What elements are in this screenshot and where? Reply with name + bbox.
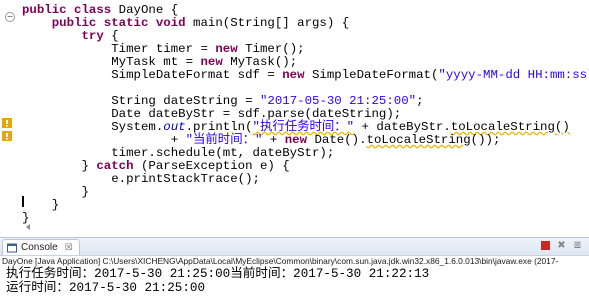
code-token: Timer(); (237, 42, 305, 56)
code-token: String dateString = (22, 94, 260, 108)
code-token: SimpleDateFormat( (304, 68, 439, 82)
code-token: () (554, 120, 570, 134)
console-output-line: 执行任务时间：2017-5-30 21:25:00当前时间：2017-5-30 … (6, 267, 430, 281)
code-token: "yyyy-MM-dd HH:mm:ss" (438, 68, 589, 82)
close-icon[interactable]: ☒ (65, 242, 73, 253)
console-icon (7, 243, 17, 252)
warning-icon[interactable] (2, 131, 12, 141)
code-token: + dateByStr. (354, 120, 451, 134)
code-token: try (81, 29, 104, 43)
terminate-icon[interactable] (540, 240, 551, 251)
code-token: } (22, 198, 60, 212)
code-token: { (103, 29, 119, 43)
code-token: MyTask(); (222, 55, 298, 69)
text-caret (22, 196, 24, 207)
warning-icon[interactable] (2, 118, 12, 128)
code-token: Date dateByStr = sdf.parse(dateString); (22, 107, 402, 121)
code-token: Date(). (307, 133, 367, 147)
console-output[interactable]: 执行任务时间：2017-5-30 21:25:00当前时间：2017-5-30 … (0, 267, 589, 299)
code-token: public class (22, 3, 112, 17)
editor-gutter: − (0, 0, 20, 237)
code-token: + (262, 133, 285, 147)
code-token: timer.schedule(mt, dateByStr); (22, 146, 335, 160)
console-tab-label: Console (21, 242, 58, 253)
remove-launch-icon[interactable]: ✖ (556, 240, 567, 251)
code-token: ()); (470, 133, 501, 147)
code-token: } (22, 185, 89, 199)
code-token: toLocaleString (450, 120, 555, 134)
code-token: toLocaleString (366, 133, 471, 147)
code-token: MyTask mt = (22, 55, 201, 69)
code-token: } (22, 211, 30, 225)
code-line: SimpleDateFormat sdf = new SimpleDateFor… (22, 69, 589, 82)
code-token: System. (22, 120, 164, 134)
code-token: catch (96, 159, 134, 173)
code-editor[interactable]: − public class DayOne { public static vo… (0, 0, 589, 237)
scroll-left-icon[interactable] (25, 224, 31, 230)
code-token: new (200, 55, 223, 69)
tab-console[interactable]: Console ☒ (2, 239, 80, 255)
console-tabbar: Console ☒ ✖ ≣ (0, 237, 589, 256)
scroll-lock-icon[interactable]: ≣ (572, 240, 583, 251)
collapse-icon[interactable]: − (5, 12, 15, 22)
code-token: DayOne { (111, 3, 179, 17)
code-token: Timer timer = (22, 42, 216, 56)
code-token: e.printStackTrace(); (22, 172, 260, 186)
console-toolbar: ✖ ≣ (540, 240, 583, 251)
code-token: "执行任务时间：" (252, 120, 355, 134)
code-token: public static void (51, 16, 186, 30)
code-token: } (22, 159, 97, 173)
code-token: + (22, 133, 186, 147)
code-token: main(String[] args) { (185, 16, 350, 30)
code-token: SimpleDateFormat sdf = (22, 68, 283, 82)
console-launch-header: DayOne [Java Application] C:\Users\XICHE… (2, 256, 559, 266)
code-token: "当前时间：" (185, 133, 263, 147)
code-token: .println( (185, 120, 253, 134)
code-token: out (163, 120, 186, 134)
console-output-line: 运行时间：2017-5-30 21:25:00 (6, 281, 206, 295)
code-token: new (282, 68, 305, 82)
code-token: new (215, 42, 238, 56)
code-token: ; (416, 94, 424, 108)
code-token: (ParseException e) { (133, 159, 290, 173)
code-token: new (284, 133, 308, 147)
code-token: "2017-05-30 21:25:00" (259, 94, 417, 108)
